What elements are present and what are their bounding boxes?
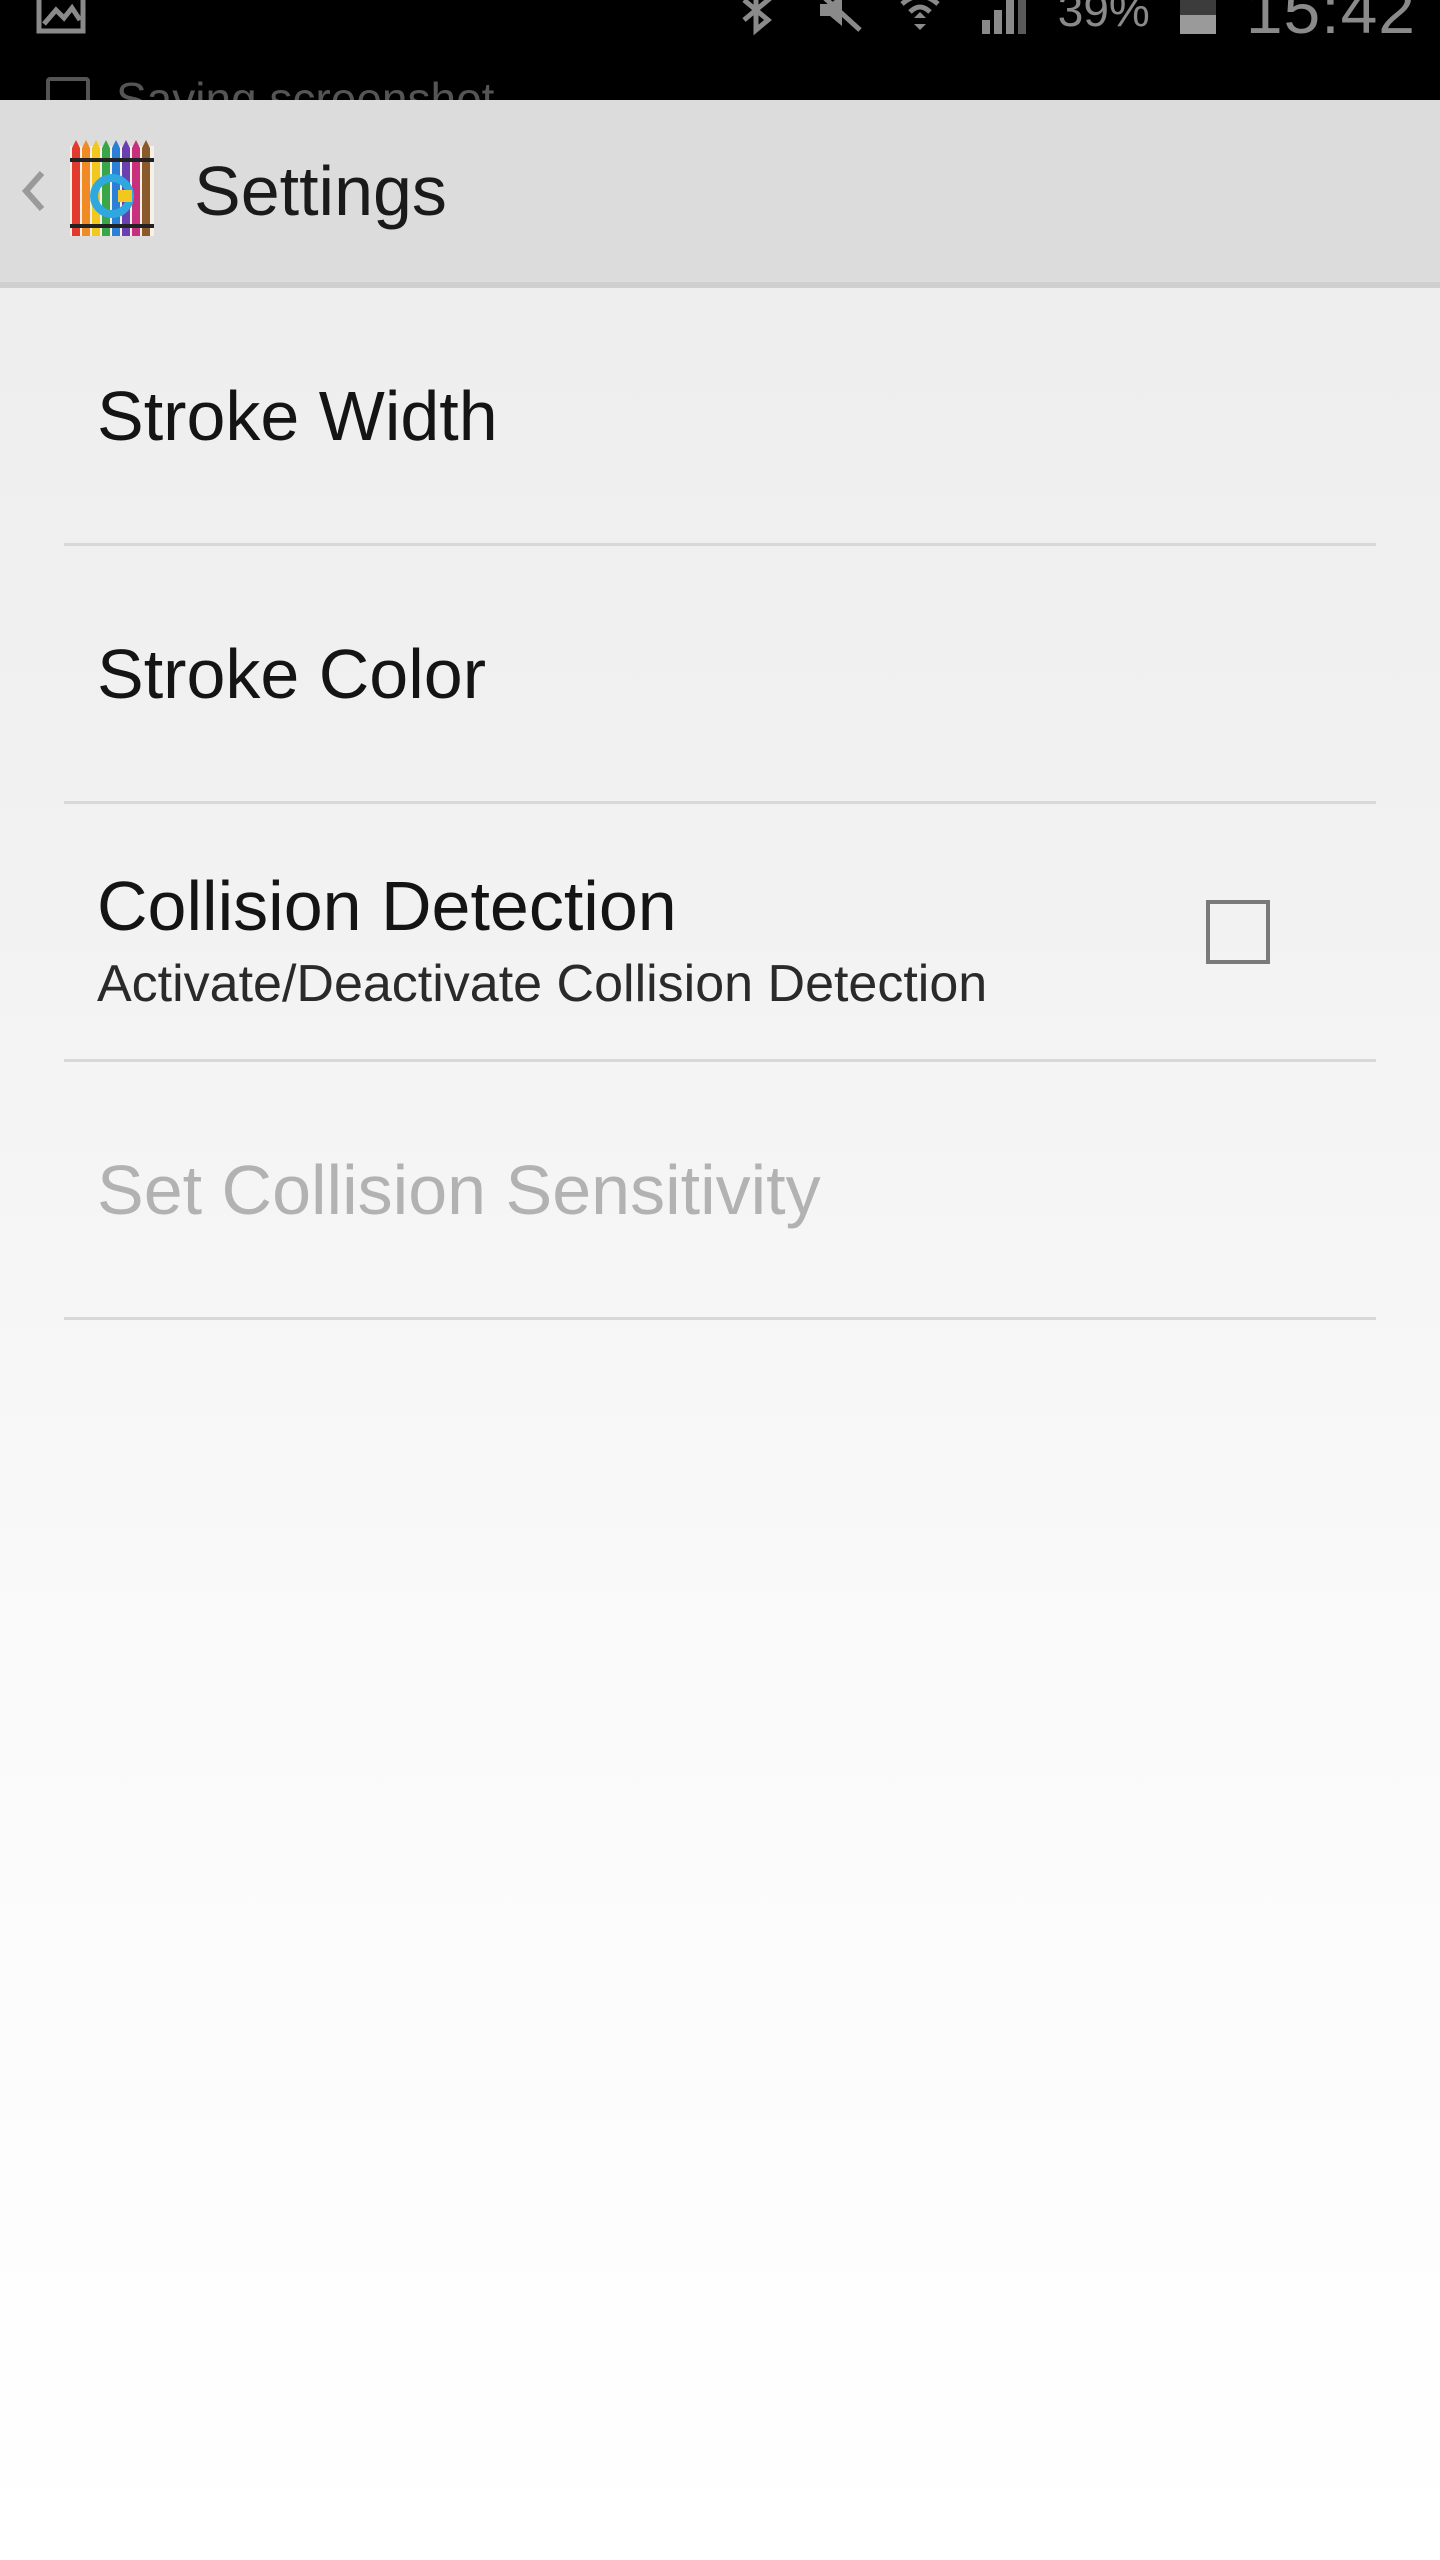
up-navigation-button[interactable]: [0, 100, 154, 282]
status-bar: Saving screenshot... 39% 15:42: [0, 0, 1440, 100]
screenshot-icon: [46, 77, 90, 100]
signal-icon: [981, 0, 1026, 34]
status-icons: 39% 15:42: [730, 0, 1416, 47]
pref-stroke-width[interactable]: Stroke Width: [64, 288, 1376, 546]
gallery-notification-icon: [36, 0, 86, 34]
wifi-data-icon: [900, 0, 940, 30]
battery-percent: 39%: [1057, 0, 1150, 36]
pref-set-collision-sensitivity: Set Collision Sensitivity: [64, 1062, 1376, 1320]
mute-icon: [819, 0, 862, 32]
chevron-left-icon: [21, 171, 45, 211]
app-logo-crayons-icon: [70, 140, 154, 236]
battery-icon: [1179, 0, 1216, 34]
pref-title: Collision Detection: [97, 867, 677, 945]
bluetooth-icon: [742, 0, 772, 36]
pref-title: Stroke Color: [97, 634, 487, 713]
notification-ticker: Saving screenshot...: [46, 72, 533, 100]
preferences-list: Stroke Width Stroke Color Collision Dete…: [0, 288, 1440, 1320]
pref-collision-detection[interactable]: Collision Detection Activate/Deactivate …: [64, 804, 1376, 1062]
clock: 15:42: [1245, 0, 1416, 47]
pref-title: Stroke Width: [97, 376, 498, 455]
collision-detection-checkbox[interactable]: [1206, 900, 1270, 964]
pref-summary: Activate/Deactivate Collision Detection: [97, 955, 988, 1013]
notification-ticker-text: Saving screenshot...: [116, 73, 533, 100]
pref-stroke-color[interactable]: Stroke Color: [64, 546, 1376, 804]
page-title: Settings: [194, 152, 447, 230]
pref-title: Set Collision Sensitivity: [97, 1150, 821, 1229]
action-bar: Settings: [0, 100, 1440, 288]
